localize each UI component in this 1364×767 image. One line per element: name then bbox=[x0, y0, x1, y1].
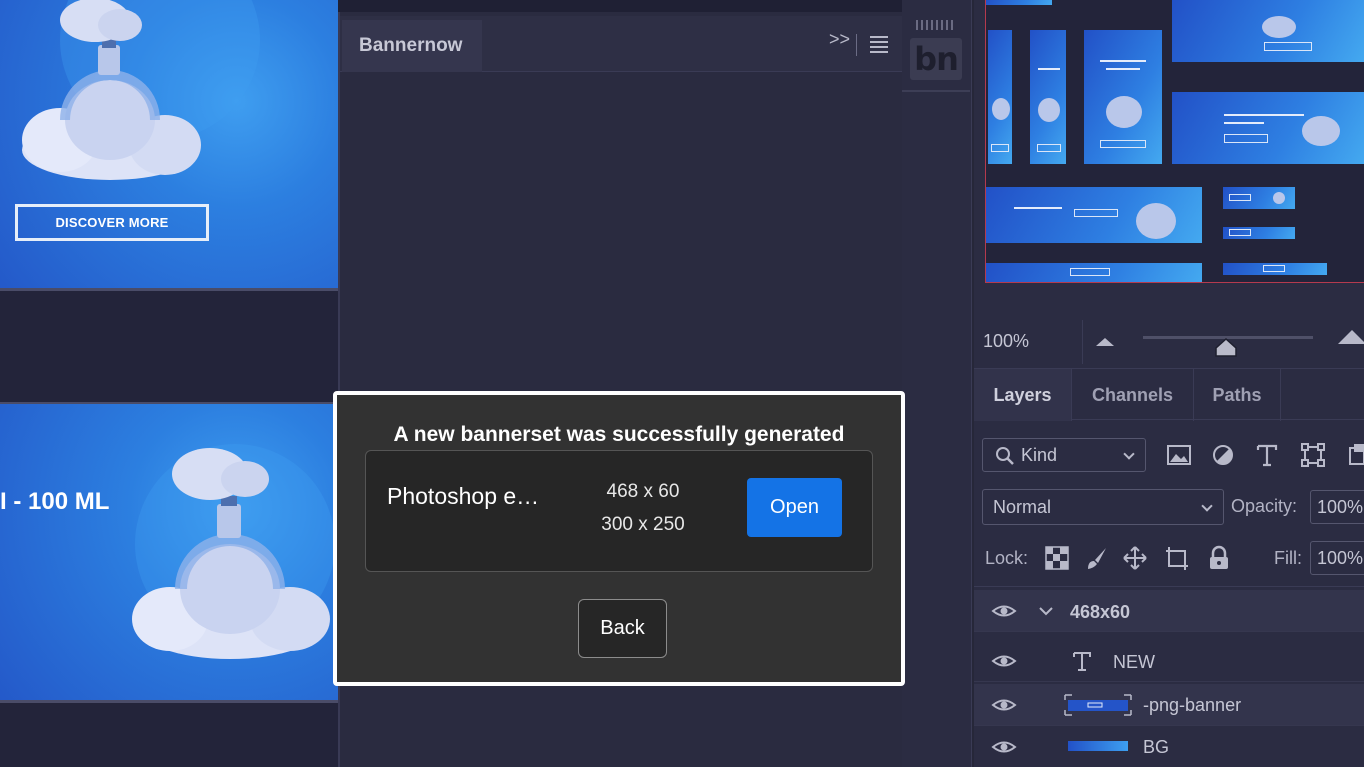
smart-object-filter-icon[interactable] bbox=[1346, 442, 1364, 468]
lock-artboard-icon[interactable] bbox=[1164, 545, 1190, 571]
lock-paint-brush-icon[interactable] bbox=[1084, 545, 1110, 571]
document-canvas[interactable]: DISCOVER MORE I - 100 ML bbox=[0, 0, 340, 767]
thumbnail bbox=[986, 187, 1202, 243]
tab-layers[interactable]: Layers bbox=[974, 369, 1072, 421]
fill-input[interactable]: 100% bbox=[1310, 541, 1364, 575]
perfume-cloud-image bbox=[22, 0, 260, 180]
navigator-preview[interactable] bbox=[985, 0, 1364, 283]
image-filter-icon[interactable] bbox=[1166, 442, 1192, 468]
chevron-down-icon bbox=[1123, 448, 1135, 460]
perfume-cloud-image bbox=[132, 444, 335, 659]
dock-column bbox=[902, 0, 972, 767]
adjustment-filter-icon[interactable] bbox=[1210, 442, 1236, 468]
opacity-label: Opacity: bbox=[1231, 496, 1298, 516]
panel-dock-strip bbox=[902, 0, 974, 767]
layer-row[interactable]: -png-banner bbox=[974, 684, 1364, 726]
zoom-value[interactable]: 100% bbox=[983, 331, 1029, 352]
tab-channels[interactable]: Channels bbox=[1072, 369, 1194, 421]
bannerset-name: Photoshop e… bbox=[387, 483, 540, 509]
thumbnail bbox=[1223, 263, 1327, 275]
layer-name: NEW bbox=[1113, 652, 1155, 672]
app-root: DISCOVER MORE I - 100 ML Bannernow >> bn… bbox=[0, 0, 1364, 767]
bannernow-logo-icon[interactable]: bn bbox=[910, 38, 962, 80]
layer-row[interactable]: 468x60 bbox=[974, 590, 1364, 632]
layer-name: 468x60 bbox=[1070, 602, 1131, 622]
thumbnail bbox=[986, 0, 1052, 5]
kind-label: Kind bbox=[1021, 444, 1058, 465]
thumbnail bbox=[1172, 0, 1364, 62]
bannerset-generated-dialog: A new bannerset was successfully generat… bbox=[333, 391, 905, 686]
zoom-in-icon[interactable] bbox=[1336, 328, 1364, 346]
search-icon bbox=[996, 447, 1014, 465]
opacity-input[interactable]: 100% bbox=[1310, 490, 1364, 524]
layers-tab-bar: Layers Channels Paths bbox=[974, 368, 1364, 421]
dialog-title: A new bannerset was successfully generat… bbox=[393, 423, 845, 446]
tab-paths[interactable]: Paths bbox=[1194, 369, 1281, 421]
banner-volume-text: I - 100 ML bbox=[0, 488, 110, 515]
thumbnail bbox=[988, 30, 1012, 164]
panel-header: Bannernow >> bbox=[340, 16, 902, 72]
layer-filter-kind-select[interactable]: Kind bbox=[982, 438, 1146, 472]
zoom-out-icon[interactable] bbox=[1094, 336, 1116, 348]
banner-preview-1: DISCOVER MORE bbox=[0, 0, 338, 290]
smart-object-thumbnail bbox=[1064, 694, 1132, 716]
drag-grip-icon[interactable] bbox=[916, 20, 954, 30]
chevron-down-icon bbox=[1201, 500, 1213, 512]
chevron-down-icon[interactable] bbox=[1038, 605, 1054, 617]
layer-thumbnail bbox=[1068, 741, 1128, 751]
blend-mode-select[interactable]: Normal bbox=[982, 489, 1224, 525]
visibility-eye-icon[interactable] bbox=[991, 652, 1017, 670]
divider bbox=[0, 700, 340, 703]
thumbnail bbox=[1172, 92, 1364, 164]
text-layer-icon bbox=[1073, 652, 1091, 671]
bannerset-result-card: Photoshop e… 468 x 60 300 x 250 Open bbox=[365, 450, 873, 572]
layer-row[interactable]: BG bbox=[974, 726, 1364, 767]
thumbnail bbox=[1223, 227, 1295, 239]
banner-size: 300 x 250 bbox=[601, 514, 685, 535]
divider bbox=[0, 288, 340, 291]
fill-label: Fill: bbox=[1274, 548, 1302, 568]
banner-size: 468 x 60 bbox=[606, 481, 680, 502]
expand-panel-icon[interactable]: >> bbox=[829, 29, 850, 50]
thumbnail bbox=[1030, 30, 1066, 164]
open-button[interactable]: Open bbox=[747, 478, 842, 537]
layer-row[interactable]: NEW bbox=[974, 640, 1364, 682]
visibility-eye-icon[interactable] bbox=[991, 696, 1017, 714]
banner-preview-2 bbox=[0, 404, 338, 702]
thumbnail bbox=[1223, 187, 1295, 209]
divider bbox=[902, 90, 970, 92]
panel-menu-icon[interactable] bbox=[870, 36, 888, 56]
shape-filter-icon[interactable] bbox=[1300, 442, 1326, 468]
discover-more-button: DISCOVER MORE bbox=[15, 204, 209, 241]
back-button[interactable]: Back bbox=[578, 599, 667, 658]
layer-name: BG bbox=[1143, 737, 1170, 757]
navigator-zoom-bar bbox=[974, 318, 1364, 366]
lock-all-icon[interactable] bbox=[1206, 545, 1232, 571]
tab-bannernow[interactable]: Bannernow bbox=[342, 20, 482, 72]
blend-mode-value: Normal bbox=[993, 496, 1052, 517]
zoom-slider-handle[interactable] bbox=[1213, 336, 1239, 360]
lock-transparency-icon[interactable] bbox=[1044, 545, 1070, 571]
layer-name: -png-banner bbox=[1143, 695, 1242, 715]
divider bbox=[974, 586, 1364, 587]
thumbnail bbox=[1084, 30, 1162, 164]
divider bbox=[856, 34, 857, 56]
panel-top-strip bbox=[338, 0, 902, 12]
divider bbox=[1082, 320, 1083, 364]
lock-move-icon[interactable] bbox=[1122, 545, 1148, 571]
visibility-eye-icon[interactable] bbox=[991, 738, 1017, 756]
type-filter-icon[interactable] bbox=[1254, 442, 1280, 468]
thumbnail bbox=[986, 263, 1202, 282]
lock-label: Lock: bbox=[985, 548, 1029, 568]
visibility-eye-icon[interactable] bbox=[991, 602, 1017, 620]
